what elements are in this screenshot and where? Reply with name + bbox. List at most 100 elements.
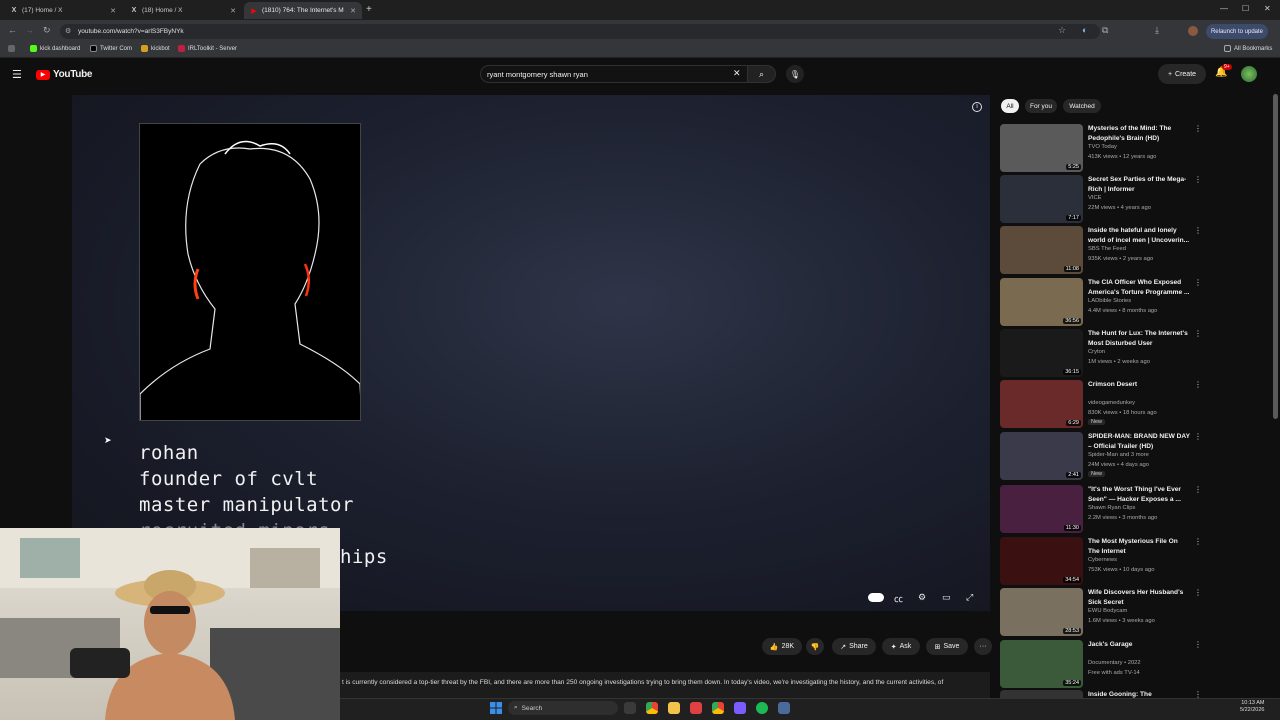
more-options-icon[interactable]: ⋮ (1194, 278, 1202, 287)
video-title[interactable]: Inside Gooning: The (1088, 690, 1190, 698)
recommendation-item[interactable]: 7:17 Secret Sex Parties of the Mega-Rich … (1000, 175, 1202, 225)
extension-icon[interactable]: ◐ (1082, 25, 1087, 35)
app-icon[interactable] (690, 702, 702, 714)
recommendation-item[interactable]: 11:30 "It's the Worst Thing I've Ever See… (1000, 485, 1202, 535)
more-options-icon[interactable]: ⋮ (1194, 588, 1202, 597)
search-input[interactable]: ryant montgomery shawn ryan (480, 65, 748, 83)
video-title[interactable]: "It's the Worst Thing I've Ever Seen" — … (1088, 485, 1190, 504)
video-title[interactable]: Jack's Garage (1088, 640, 1190, 650)
ask-button[interactable]: ✦ Ask (882, 638, 920, 655)
channel-name[interactable]: Cryton (1088, 349, 1105, 355)
video-title[interactable]: Inside the hateful and lonely world of i… (1088, 226, 1190, 245)
video-title[interactable]: The CIA Officer Who Exposed America's To… (1088, 278, 1190, 297)
bookmark-kickbot[interactable]: kickbot (141, 45, 170, 52)
spotify-icon[interactable] (756, 702, 768, 714)
create-button[interactable]: + Create (1158, 64, 1206, 84)
settings-gear-icon[interactable]: ⚙ (918, 592, 926, 603)
account-avatar[interactable] (1241, 66, 1257, 82)
video-thumbnail[interactable]: 11:30 (1000, 485, 1083, 533)
video-title[interactable]: Mysteries of the Mind: The Pedophile's B… (1088, 124, 1190, 143)
video-title[interactable]: Secret Sex Parties of the Mega-Rich | In… (1088, 175, 1190, 194)
menu-icon[interactable]: ☰ (12, 68, 22, 81)
relaunch-button[interactable]: Relaunch to update (1206, 24, 1268, 39)
search-button[interactable]: ⌕ (748, 65, 776, 83)
channel-name[interactable]: LADbible Stories (1088, 298, 1131, 304)
minimize-icon[interactable]: — (1220, 4, 1228, 13)
close-icon[interactable]: ✕ (350, 7, 356, 15)
scrollbar-thumb[interactable] (1273, 94, 1278, 419)
recommendation-item[interactable]: Inside Gooning: The ⋮ (1000, 690, 1200, 698)
video-thumbnail[interactable]: 35:24 (1000, 640, 1083, 688)
more-options-icon[interactable]: ⋮ (1194, 124, 1202, 133)
system-clock[interactable]: 10:13 AM 5/22/2026 (1240, 700, 1264, 714)
channel-name[interactable]: EWU Bodycam (1088, 608, 1127, 614)
video-thumbnail[interactable]: 6:29 (1000, 380, 1083, 428)
channel-name[interactable]: VICE (1088, 195, 1102, 201)
maximize-icon[interactable]: ☐ (1242, 4, 1249, 13)
browser-tab-1[interactable]: X (17) Home / X ✕ (4, 2, 122, 19)
share-button[interactable]: ↗ Share (832, 638, 876, 655)
chrome-icon-2[interactable] (712, 702, 724, 714)
bookmark-twitter[interactable]: Twitter Com (90, 45, 132, 52)
video-thumbnail[interactable] (1000, 690, 1083, 698)
extensions-icon[interactable]: ⧉ (1102, 25, 1108, 36)
apps-icon[interactable] (8, 45, 15, 52)
recommendation-item[interactable]: 35:24 Jack's Garage Documentary • 2022 Free… (1000, 640, 1202, 690)
more-options-icon[interactable]: ⋮ (1194, 640, 1202, 649)
recommendation-item[interactable]: 2:41 SPIDER-MAN: BRAND NEW DAY – Official… (1000, 432, 1202, 482)
channel-name[interactable]: Documentary • 2022 (1088, 660, 1141, 666)
more-options-icon[interactable]: ⋮ (1194, 537, 1202, 546)
chip-all[interactable]: All (1001, 99, 1019, 113)
channel-name[interactable]: videogamedunkey (1088, 400, 1135, 406)
video-description[interactable]: t is currently considered a top-tier thr… (340, 672, 990, 698)
close-icon[interactable]: ✕ (230, 7, 236, 15)
channel-name[interactable]: TVO Today (1088, 144, 1117, 150)
recommendation-item[interactable]: 36:15 The Hunt for Lux: The Internet's Mo… (1000, 329, 1202, 379)
chip-for-you[interactable]: For you (1025, 99, 1057, 113)
more-actions-button[interactable]: ··· (974, 638, 992, 655)
browser-tab-3-active[interactable]: ▶ (1810) 764: The Internet's M ✕ (244, 2, 362, 19)
browser-tab-2[interactable]: X (18) Home / X ✕ (124, 2, 242, 19)
site-info-icon[interactable]: ⚙ (65, 27, 71, 35)
file-explorer-icon[interactable] (668, 702, 680, 714)
channel-name[interactable]: SBS The Feed (1088, 246, 1126, 252)
video-thumbnail[interactable]: 2:41 (1000, 432, 1083, 480)
more-options-icon[interactable]: ⋮ (1194, 432, 1202, 441)
chip-watched[interactable]: Watched (1063, 99, 1101, 113)
more-options-icon[interactable]: ⋮ (1194, 690, 1200, 698)
discord-icon[interactable] (734, 702, 746, 714)
video-title[interactable]: SPIDER-MAN: BRAND NEW DAY – Official Tra… (1088, 432, 1190, 451)
bookmark-irltoolkit[interactable]: IRLToolkit - Server (178, 45, 237, 52)
recommendation-item[interactable]: 11:08 Inside the hateful and lonely world… (1000, 226, 1202, 276)
profile-avatar[interactable] (1188, 26, 1198, 36)
video-thumbnail[interactable]: 7:17 (1000, 175, 1083, 223)
back-icon[interactable]: ← (8, 25, 17, 35)
channel-name[interactable]: Spider-Man and 3 more (1088, 452, 1149, 458)
more-options-icon[interactable]: ⋮ (1194, 485, 1202, 494)
chrome-icon[interactable] (646, 702, 658, 714)
steam-icon[interactable] (778, 702, 790, 714)
voice-search-button[interactable]: 🎙 (786, 65, 804, 83)
video-thumbnail[interactable]: 36:56 (1000, 278, 1083, 326)
like-button[interactable]: 👍 28K (762, 638, 802, 655)
forward-icon[interactable]: → (25, 25, 34, 35)
video-thumbnail[interactable]: 28:53 (1000, 588, 1083, 636)
recommendation-item[interactable]: 6:29 Crimson Desert videogamedunkey 830K vi… (1000, 380, 1202, 430)
autoplay-toggle[interactable] (868, 593, 884, 602)
close-icon[interactable]: ✕ (110, 7, 116, 15)
save-button[interactable]: ⊞ Save (926, 638, 968, 655)
video-title[interactable]: The Hunt for Lux: The Internet's Most Di… (1088, 329, 1190, 348)
info-icon[interactable]: i (972, 102, 982, 112)
download-icon[interactable]: ⤓ (1155, 25, 1159, 36)
taskbar-search[interactable]: ⌕ Search (508, 701, 618, 715)
video-thumbnail[interactable]: 34:54 (1000, 537, 1083, 585)
reload-icon[interactable]: ↻ (43, 25, 51, 36)
all-bookmarks[interactable]: All Bookmarks (1224, 45, 1272, 52)
subtitles-icon[interactable]: ㏄ (894, 592, 903, 605)
video-title[interactable]: The Most Mysterious File On The Internet (1088, 537, 1190, 556)
video-title[interactable]: Wife Discovers Her Husband's Sick Secret (1088, 588, 1190, 607)
video-thumbnail[interactable]: 5:25 (1000, 124, 1083, 172)
recommendation-item[interactable]: 28:53 Wife Discovers Her Husband's Sick S… (1000, 588, 1202, 638)
more-options-icon[interactable]: ⋮ (1194, 329, 1202, 338)
dislike-button[interactable]: 👎 (806, 638, 824, 655)
